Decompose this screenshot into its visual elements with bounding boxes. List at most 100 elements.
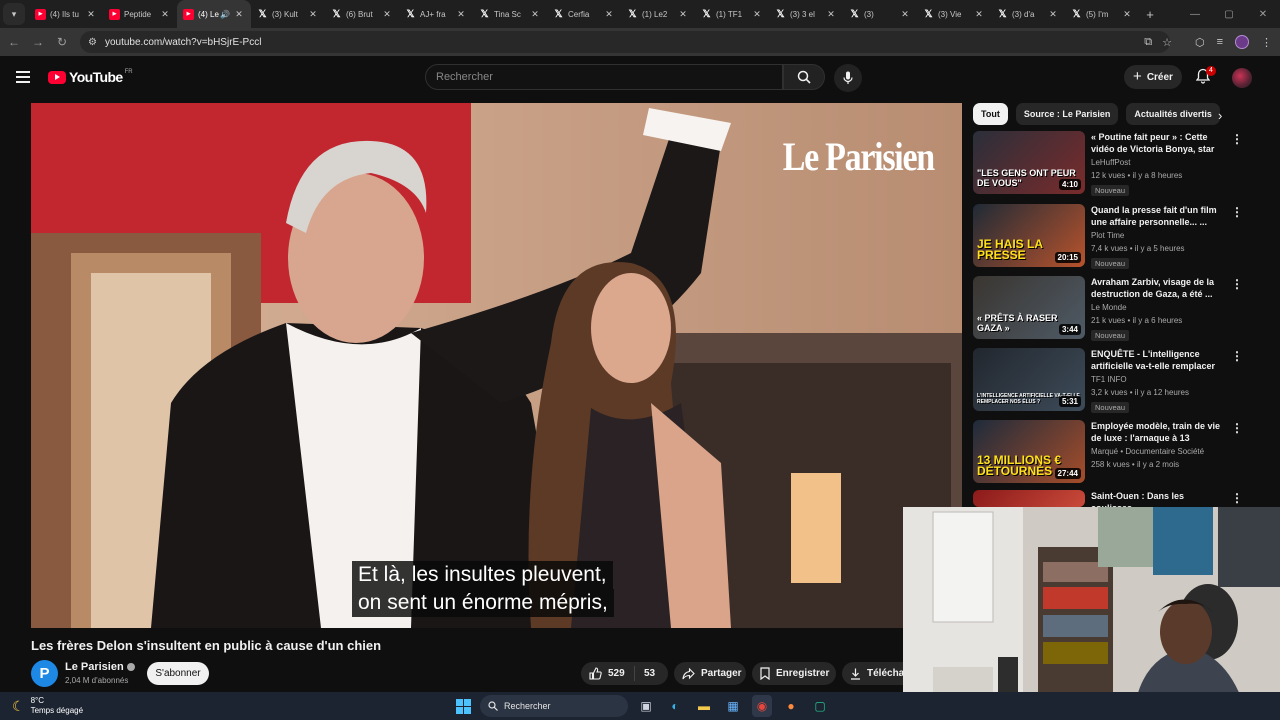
video-thumbnail[interactable]: L'INTELLIGENCE ARTIFICIELLE VA-T-ELLE RE… — [973, 348, 1085, 411]
browser-tab[interactable]: 𝕏 (1) Le2 ✕ — [621, 0, 695, 28]
more-options-icon[interactable]: ⋮ — [1231, 492, 1243, 504]
tab-search-button[interactable]: ▾ — [3, 3, 25, 25]
more-options-icon[interactable]: ⋮ — [1231, 133, 1243, 145]
more-options-icon[interactable]: ⋮ — [1231, 422, 1243, 434]
video-player[interactable]: Le Parisien Et là, les insultes pleuvent… — [31, 103, 962, 628]
close-tab-icon[interactable]: ✕ — [455, 9, 467, 20]
recommended-video[interactable]: 13 MILLIONS € DÉTOURNÉS 27:44 Employée mod… — [973, 420, 1253, 486]
close-tab-icon[interactable]: ✕ — [825, 9, 837, 20]
reload-button[interactable]: ↻ — [50, 35, 74, 49]
share-button[interactable]: Partager — [674, 662, 746, 685]
recommended-channel[interactable]: LeHuffPost — [1091, 158, 1225, 167]
browser-tab[interactable]: ▶ (4) Ils tu ✕ — [29, 0, 103, 28]
chip-all[interactable]: Tout — [973, 103, 1008, 125]
close-tab-icon[interactable]: ✕ — [381, 9, 393, 20]
bookmark-star-icon[interactable]: ☆ — [1162, 36, 1172, 49]
browser-tab[interactable]: 𝕏 (1) TF1 ✕ — [695, 0, 769, 28]
channel-name[interactable]: Le Parisien — [65, 661, 124, 673]
close-tab-icon[interactable]: ✕ — [1121, 9, 1133, 20]
create-button[interactable]: + Créer — [1124, 65, 1182, 89]
close-tab-icon[interactable]: ✕ — [529, 9, 541, 20]
youtube-logo[interactable]: YouTube FR — [48, 69, 133, 85]
menu-icon[interactable] — [16, 71, 30, 83]
browser-tab[interactable]: 𝕏 (3) d'a ✕ — [991, 0, 1065, 28]
more-options-icon[interactable]: ⋮ — [1231, 350, 1243, 362]
account-avatar[interactable] — [1232, 68, 1252, 88]
browser-tab[interactable]: 𝕏 (3) 3 el ✕ — [769, 0, 843, 28]
close-tab-icon[interactable]: ✕ — [1047, 9, 1059, 20]
video-thumbnail[interactable] — [973, 490, 1085, 507]
chrome-icon[interactable]: ◉ — [752, 695, 772, 717]
extensions-icon[interactable]: ⬡ — [1195, 36, 1205, 49]
close-tab-icon[interactable]: ✕ — [899, 9, 911, 20]
back-button[interactable]: ← — [2, 35, 26, 49]
close-tab-icon[interactable]: ✕ — [159, 9, 171, 20]
chip-entertainment-news[interactable]: Actualités divertis — [1126, 103, 1220, 125]
recommended-channel[interactable]: TF1 INFO — [1091, 375, 1225, 384]
store-icon[interactable]: ▦ — [723, 695, 743, 717]
new-tab-button[interactable]: + — [1139, 7, 1161, 22]
close-tab-icon[interactable]: ✕ — [973, 9, 985, 20]
site-info-icon[interactable]: ⚙ — [88, 37, 97, 48]
profile-avatar[interactable] — [1235, 35, 1249, 49]
video-thumbnail[interactable]: 13 MILLIONS € DÉTOURNÉS 27:44 — [973, 420, 1085, 483]
recommended-channel[interactable]: Le Monde — [1091, 303, 1225, 312]
maximize-button[interactable]: ▢ — [1212, 9, 1246, 20]
file-explorer-icon[interactable]: ▬ — [694, 695, 714, 717]
browser-tab[interactable]: 𝕏 AJ+ fra ✕ — [399, 0, 473, 28]
browser-tab[interactable]: 𝕏 Cerfia ✕ — [547, 0, 621, 28]
taskbar-search[interactable]: Rechercher — [480, 695, 628, 717]
channel-avatar[interactable]: P — [31, 660, 58, 687]
search-input[interactable]: Rechercher — [425, 64, 783, 90]
close-tab-icon[interactable]: ✕ — [233, 9, 245, 20]
browser-tab[interactable]: 𝕏 (3) Vie ✕ — [917, 0, 991, 28]
recommended-video[interactable]: « PRÊTS À RASER GAZA » 3:44 Avraham Zarbiv… — [973, 276, 1253, 342]
task-view-icon[interactable]: ▣ — [636, 695, 656, 717]
recommended-title[interactable]: Quand la presse fait d'un film une affai… — [1091, 204, 1225, 228]
install-app-icon[interactable]: ⧉ — [1144, 36, 1152, 49]
search-button[interactable] — [783, 64, 825, 90]
recommended-channel[interactable]: Marqué • Documentaire Société — [1091, 447, 1225, 456]
save-button[interactable]: Enregistrer — [752, 662, 836, 685]
close-tab-icon[interactable]: ✕ — [307, 9, 319, 20]
close-tab-icon[interactable]: ✕ — [751, 9, 763, 20]
subscribe-button[interactable]: S'abonner — [147, 662, 209, 685]
more-options-icon[interactable]: ⋮ — [1231, 206, 1243, 218]
close-tab-icon[interactable]: ✕ — [85, 9, 97, 20]
chip-source[interactable]: Source : Le Parisien — [1015, 103, 1119, 125]
recommended-channel[interactable]: Plot Time — [1091, 231, 1225, 240]
recommended-title[interactable]: Avraham Zarbiv, visage de la destruction… — [1091, 276, 1225, 300]
close-window-button[interactable]: ✕ — [1246, 9, 1280, 20]
browser-menu-icon[interactable]: ⋮ — [1261, 36, 1272, 49]
browser-tab[interactable]: 𝕏 (3) Kult ✕ — [251, 0, 325, 28]
edge-icon[interactable]: ◐ — [665, 695, 685, 717]
firefox-icon[interactable]: ● — [781, 695, 801, 717]
browser-tab[interactable]: ▶ Peptide ✕ — [103, 0, 177, 28]
video-thumbnail[interactable]: « PRÊTS À RASER GAZA » 3:44 — [973, 276, 1085, 339]
minimize-button[interactable]: — — [1178, 9, 1212, 20]
browser-tab[interactable]: 𝕏 (6) Brut ✕ — [325, 0, 399, 28]
download-button[interactable]: Téléchar — [842, 662, 912, 685]
voice-search-button[interactable] — [834, 64, 862, 92]
close-tab-icon[interactable]: ✕ — [603, 9, 615, 20]
recommended-video[interactable]: Saint-Ouen : Dans les coulisses⋮ — [973, 490, 1253, 513]
browser-tab[interactable]: 𝕏 (5) I'm ✕ — [1065, 0, 1139, 28]
more-options-icon[interactable]: ⋮ — [1231, 278, 1243, 290]
weather-widget[interactable]: ☾ 8°C Temps dégagé — [12, 696, 83, 716]
dislike-button[interactable]: 53 — [635, 668, 655, 679]
video-thumbnail[interactable]: "Les gens ont peur de vous" 4:10 — [973, 131, 1085, 194]
recommended-title[interactable]: Employée modèle, train de vie de luxe : … — [1091, 420, 1225, 444]
like-button[interactable]: 529 — [581, 666, 635, 681]
app-icon[interactable]: ▢ — [810, 695, 830, 717]
close-tab-icon[interactable]: ✕ — [677, 9, 689, 20]
recommended-title[interactable]: ENQUÊTE - L'intelligence artificielle va… — [1091, 348, 1225, 372]
forward-button[interactable]: → — [26, 35, 50, 49]
recommended-video[interactable]: "Les gens ont peur de vous" 4:10 « Poutine… — [973, 131, 1253, 197]
url-field[interactable]: ⚙ youtube.com/watch?v=bHSjrE-Pccl — [80, 31, 1170, 53]
browser-tab[interactable]: 𝕏 (3) ✕ — [843, 0, 917, 28]
windows-start-icon[interactable] — [456, 699, 471, 714]
audio-playing-icon[interactable]: 🔊 — [220, 10, 230, 19]
media-control-icon[interactable]: ≡ — [1217, 36, 1223, 48]
browser-tab[interactable]: 𝕏 Tina Sc ✕ — [473, 0, 547, 28]
chevron-right-icon[interactable]: › — [1218, 108, 1222, 123]
